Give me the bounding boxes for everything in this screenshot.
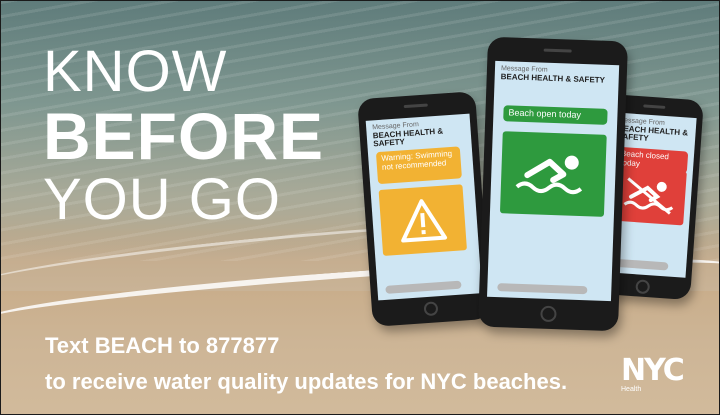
headline-you-go: YOU GO (43, 167, 282, 232)
message-input-bar (385, 280, 462, 294)
cta-text-description: to receive water quality updates for NYC… (45, 369, 568, 394)
headline-know: KNOW (43, 39, 228, 104)
home-button (423, 301, 439, 317)
warning-tile (378, 184, 467, 256)
home-button (635, 279, 651, 295)
message-header: Message From BEACH HEALTH & SAFETY (372, 118, 472, 150)
phone-speaker (543, 48, 572, 53)
open-tile (499, 131, 607, 217)
phone-screen: Message From BEACH HEALTH & SAFETY Beach… (487, 60, 620, 302)
headline: KNOW BEFORE YOU GO (43, 43, 324, 229)
message-input-bar (497, 283, 588, 295)
warning-triangle-icon (401, 199, 448, 243)
alert-bubble-warning: Warning: Swimming not recommended (375, 146, 462, 185)
phone-left: Message From BEACH HEALTH & SAFETY Warni… (357, 91, 491, 327)
alert-bubble-open: Beach open today (503, 105, 608, 125)
nyc-health-logo: NYC Health (621, 353, 685, 393)
message-header: Message From BEACH HEALTH & SAFETY (617, 117, 697, 148)
poster: KNOW BEFORE YOU GO Message From BEACH HE… (0, 0, 720, 415)
message-header: Message From BEACH HEALTH & SAFETY (501, 65, 606, 85)
call-to-action: Text BEACH to 877877 to receive water qu… (45, 333, 567, 395)
phone-screen: Message From BEACH HEALTH & SAFETY Warni… (365, 113, 483, 301)
headline-before: BEFORE (43, 99, 325, 173)
phone-speaker (643, 104, 666, 109)
swimmer-icon (515, 155, 583, 195)
nyc-logo-mark: NYC (621, 353, 685, 388)
home-button (540, 305, 557, 323)
cta-text-number: Text BEACH to 877877 (45, 333, 280, 358)
message-sender: BEACH HEALTH & SAFETY (616, 123, 689, 144)
phone-center: Message From BEACH HEALTH & SAFETY Beach… (477, 36, 629, 332)
message-sender: BEACH HEALTH & SAFETY (500, 71, 606, 85)
no-swimming-icon (623, 177, 674, 215)
phone-speaker (403, 103, 428, 109)
